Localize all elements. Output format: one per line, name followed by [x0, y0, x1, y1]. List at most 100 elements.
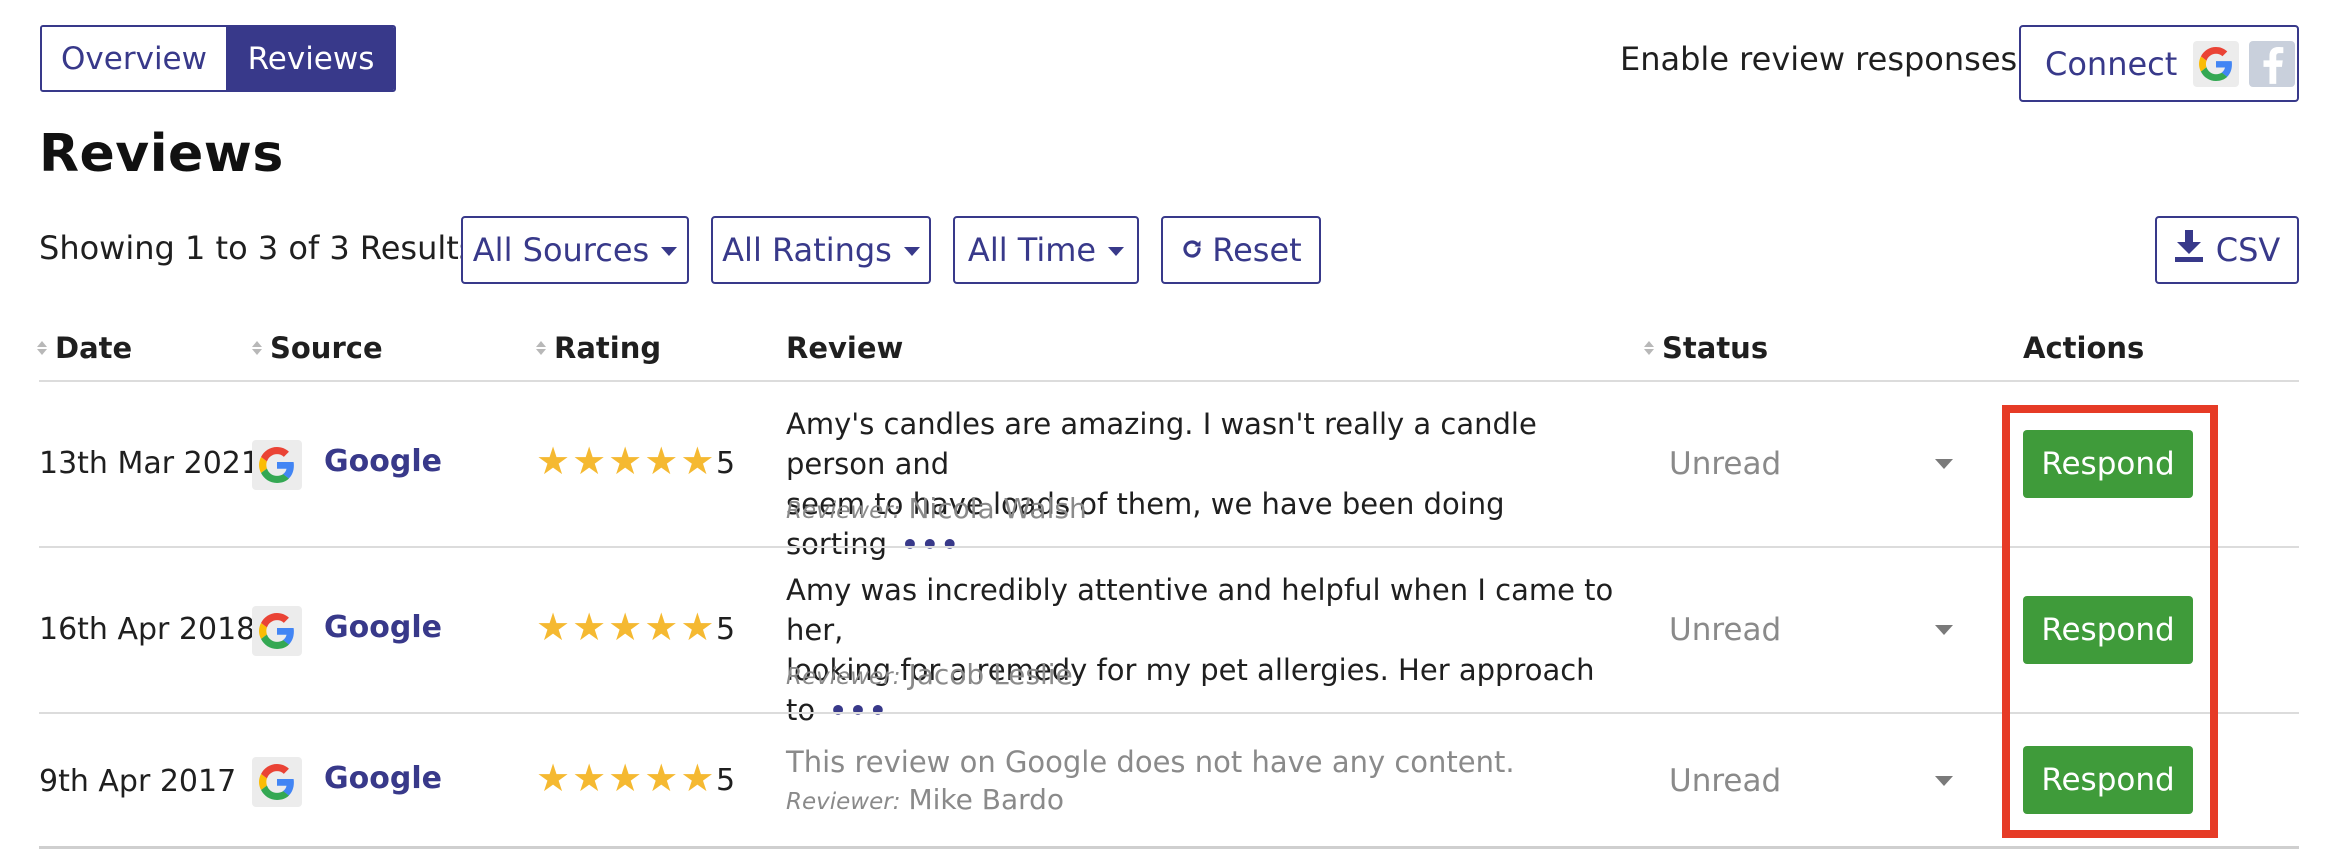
table-bottom-border [39, 846, 2299, 849]
reviewer-label: Reviewer: [786, 789, 901, 815]
review-date: 16th Apr 2018 [39, 612, 256, 647]
sort-icon [37, 341, 47, 355]
status-dropdown[interactable]: Unread [1669, 439, 1969, 489]
column-header-review: Review [786, 331, 903, 365]
column-header-actions-label: Actions [2023, 331, 2145, 365]
sort-icon [536, 341, 546, 355]
enable-responses-label: Enable review responses: [1620, 40, 2028, 78]
row-divider [39, 712, 2299, 714]
chevron-down-icon [1935, 459, 1953, 469]
star-icon: ★ [536, 756, 571, 800]
star-rating: ★ ★ ★ ★ ★ [536, 608, 714, 646]
star-icon: ★ [536, 605, 571, 649]
google-logo-icon [2193, 40, 2240, 87]
star-icon: ★ [572, 756, 607, 800]
sort-icon [1644, 341, 1654, 355]
sources-filter-dropdown[interactable]: All Sources [461, 216, 689, 284]
column-header-status-label: Status [1662, 331, 1769, 365]
source-link[interactable]: Google [324, 444, 442, 479]
sources-filter-label: All Sources [472, 231, 650, 269]
reviewer: Reviewer: Nicola Walsh [786, 492, 1087, 525]
column-header-actions: Actions [2023, 331, 2144, 365]
chevron-down-icon [1935, 625, 1953, 635]
sort-icon [252, 341, 262, 355]
star-icon: ★ [608, 756, 643, 800]
star-icon: ★ [536, 439, 571, 483]
csv-label: CSV [2215, 231, 2281, 269]
status-value: Unread [1669, 612, 1782, 648]
review-line: This review on Google does not have any … [786, 745, 1515, 779]
status-value: Unread [1669, 446, 1782, 482]
star-icon: ★ [572, 439, 607, 483]
reviewer-label: Reviewer: [786, 498, 901, 524]
refresh-icon [1180, 231, 1204, 269]
review-text: This review on Google does not have any … [786, 742, 1616, 782]
column-header-source-label: Source [270, 331, 383, 365]
reviewer-name: Jacob Leslie [908, 658, 1073, 691]
reviewer-label: Reviewer: [786, 664, 901, 690]
tab-reviews[interactable]: Reviews [228, 27, 394, 90]
star-icon: ★ [680, 605, 715, 649]
status-dropdown[interactable]: Unread [1669, 605, 1969, 655]
tab-bar: Overview Reviews [40, 25, 396, 92]
respond-button[interactable]: Respond [2023, 430, 2193, 498]
respond-button[interactable]: Respond [2023, 596, 2193, 664]
column-header-date-label: Date [55, 331, 133, 365]
results-count-text: Showing 1 to 3 of 3 Results [39, 229, 476, 267]
source-link[interactable]: Google [324, 761, 442, 796]
ratings-filter-dropdown[interactable]: All Ratings [711, 216, 931, 284]
status-dropdown[interactable]: Unread [1669, 756, 1969, 806]
column-header-rating-label: Rating [554, 331, 662, 365]
reviewer-name: Nicola Walsh [908, 492, 1087, 525]
chevron-down-icon [1935, 776, 1953, 786]
google-logo-icon [252, 606, 302, 656]
page-title: Reviews [39, 124, 284, 184]
facebook-logo-icon [2249, 40, 2296, 87]
chevron-down-icon [903, 247, 920, 256]
star-icon: ★ [608, 605, 643, 649]
ellipsis-icon[interactable]: ••• [829, 694, 889, 727]
star-icon: ★ [644, 756, 679, 800]
star-icon: ★ [644, 439, 679, 483]
column-header-source[interactable]: Source [252, 331, 383, 365]
time-filter-label: All Time [967, 231, 1097, 269]
rating-value: 5 [716, 446, 736, 481]
star-icon: ★ [680, 756, 715, 800]
rating-value: 5 [716, 763, 736, 798]
csv-export-button[interactable]: CSV [2155, 216, 2299, 284]
row-divider [39, 546, 2299, 548]
column-header-date[interactable]: Date [37, 331, 132, 365]
google-logo-icon [252, 757, 302, 807]
table-divider [39, 380, 2299, 382]
reviewer: Reviewer: Mike Bardo [786, 783, 1064, 816]
star-rating: ★ ★ ★ ★ ★ [536, 442, 714, 480]
respond-button[interactable]: Respond [2023, 746, 2193, 814]
source-link[interactable]: Google [324, 610, 442, 645]
star-icon: ★ [572, 605, 607, 649]
star-icon: ★ [644, 605, 679, 649]
column-header-rating[interactable]: Rating [536, 331, 661, 365]
google-logo-icon [252, 440, 302, 490]
review-line: Amy's candles are amazing. I wasn't real… [786, 407, 1537, 481]
chevron-down-icon [1108, 247, 1125, 256]
review-date: 9th Apr 2017 [39, 764, 237, 799]
status-value: Unread [1669, 763, 1782, 799]
rating-value: 5 [716, 612, 736, 647]
column-header-status[interactable]: Status [1644, 331, 1768, 365]
review-line: Amy was incredibly attentive and helpful… [786, 573, 1614, 647]
reviewer-name: Mike Bardo [908, 783, 1065, 816]
time-filter-dropdown[interactable]: All Time [953, 216, 1139, 284]
reset-button[interactable]: Reset [1161, 216, 1321, 284]
reset-label: Reset [1212, 231, 1302, 269]
tab-overview[interactable]: Overview [42, 27, 228, 90]
ellipsis-icon[interactable]: ••• [901, 528, 961, 561]
review-text: Amy's candles are amazing. I wasn't real… [786, 404, 1616, 565]
star-rating: ★ ★ ★ ★ ★ [536, 759, 714, 797]
ratings-filter-label: All Ratings [722, 231, 892, 269]
review-date: 13th Mar 2021 [39, 446, 260, 481]
connect-button[interactable]: Connect [2019, 25, 2299, 102]
reviewer: Reviewer: Jacob Leslie [786, 658, 1073, 691]
download-icon [2174, 230, 2204, 270]
star-icon: ★ [680, 439, 715, 483]
column-header-review-label: Review [786, 331, 904, 365]
